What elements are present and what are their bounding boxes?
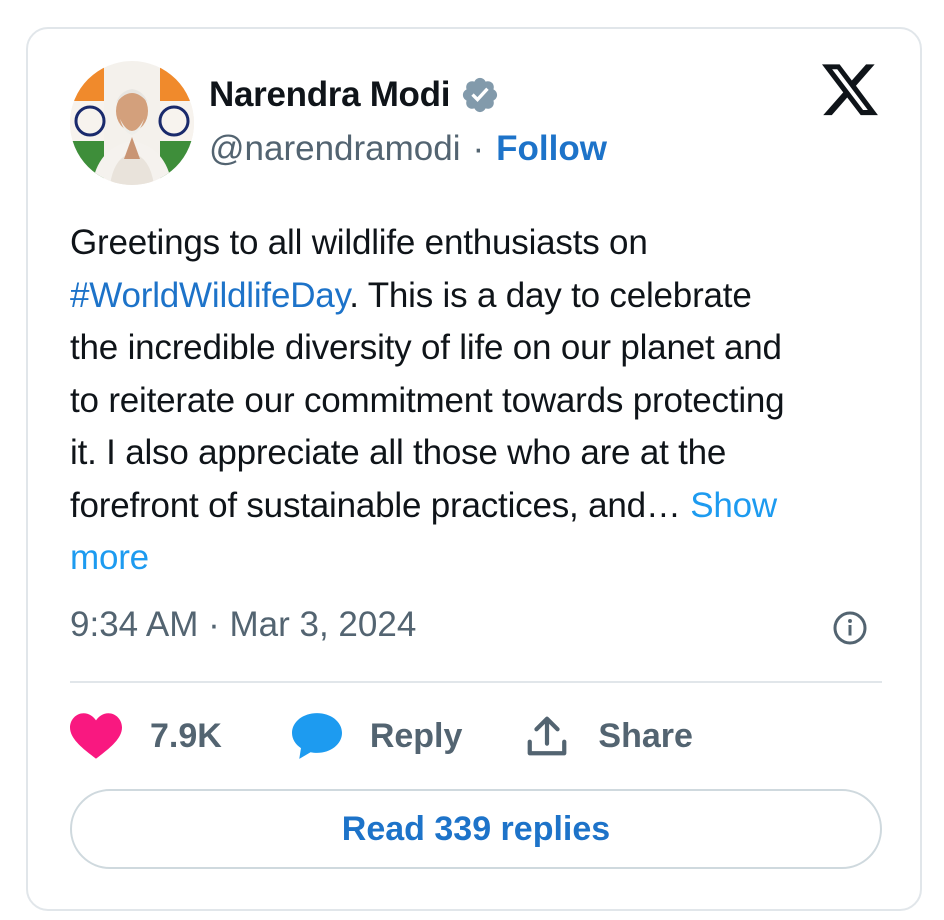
hashtag-link[interactable]: #WorldWildlifeDay — [70, 276, 349, 315]
share-label: Share — [598, 716, 693, 755]
tweet-text-segment: Greetings to all wildlife enthusiasts on — [70, 223, 648, 262]
author-name[interactable]: Narendra Modi — [209, 75, 450, 115]
like-button[interactable]: 7.9K — [70, 713, 222, 759]
show-more-link[interactable]: Show — [690, 486, 777, 525]
follow-button[interactable]: Follow — [496, 129, 607, 169]
verified-badge-icon — [463, 77, 498, 113]
tweet-text-segment: it. I also appreciate all those who are … — [70, 433, 727, 472]
tweet-text-line: Greetings to all wildlife enthusiasts on — [70, 217, 900, 270]
separator-dot: · — [472, 129, 485, 168]
author-handle-row: @narendramodi · Follow — [209, 127, 607, 171]
tweet-text-segment: to reiterate our commitment towards prot… — [70, 380, 785, 420]
reply-label: Reply — [369, 716, 463, 755]
tweet-text-line: forefront of sustainable practices, and…… — [70, 480, 900, 533]
show-more-link[interactable]: more — [70, 538, 149, 577]
tweet-actions: 7.9K Reply Share — [70, 711, 693, 761]
tweet-text-line: it. I also appreciate all those who are … — [70, 427, 900, 480]
divider — [70, 681, 882, 683]
tweet-text-segment: forefront of sustainable practices, and… — [70, 485, 691, 525]
avatar[interactable] — [70, 61, 194, 185]
author-handle[interactable]: @narendramodi — [209, 129, 461, 169]
share-button[interactable]: Share — [524, 713, 693, 759]
speech-bubble-icon — [291, 713, 342, 759]
heart-icon — [70, 713, 122, 759]
likes-count: 7.9K — [150, 716, 222, 755]
tweet-timestamp[interactable]: 9:34 AM · Mar 3, 2024 — [70, 603, 416, 647]
tweet-text-line: the incredible diversity of life on our … — [70, 322, 900, 375]
tweet-text-segment: the incredible diversity of life on our … — [70, 328, 782, 367]
avatar-image — [70, 61, 194, 185]
tweet-text-segment: . This is a day to celebrate — [349, 275, 752, 315]
share-upload-icon — [528, 716, 567, 756]
reply-button[interactable]: Reply — [291, 713, 463, 759]
read-replies-button[interactable]: Read 339 replies — [70, 789, 882, 869]
tweet-text: Greetings to all wildlife enthusiasts on… — [70, 217, 900, 585]
author-name-row: Narendra Modi — [209, 73, 500, 117]
x-logo-icon[interactable] — [822, 64, 880, 118]
tweet-text-line: to reiterate our commitment towards prot… — [70, 375, 900, 428]
info-icon[interactable] — [832, 610, 868, 646]
tweet-embed-card: Narendra Modi @narendramodi · Follow Gre… — [26, 27, 922, 911]
tweet-text-line: more — [70, 532, 900, 585]
tweet-text-line: #WorldWildlifeDay. This is a day to cele… — [70, 270, 900, 323]
